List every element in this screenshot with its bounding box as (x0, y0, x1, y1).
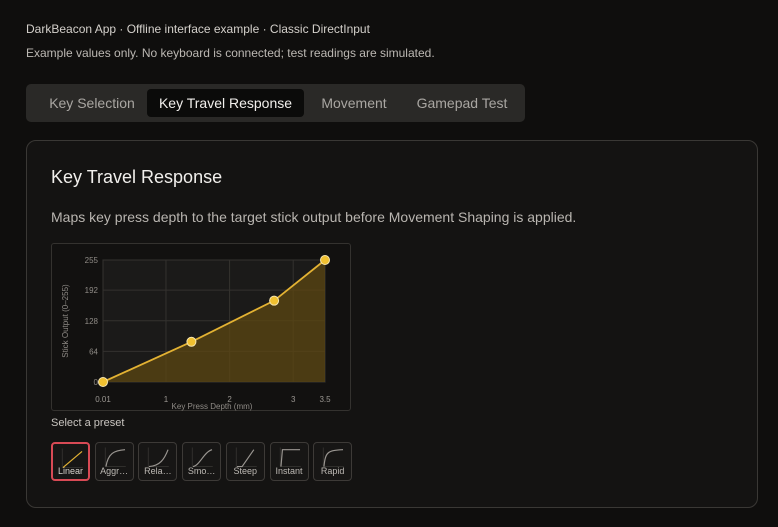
x-tick-label: 3 (291, 395, 296, 404)
curve-control-point[interactable] (320, 255, 330, 265)
y-tick-label: 0 (94, 378, 99, 387)
y-tick-label: 64 (89, 347, 98, 356)
preset-label: Linear (57, 466, 84, 476)
response-curve-svg: 0641281922550.01 1 2 3 3.5Key Press Depth (m… (61, 255, 331, 411)
y-tick-label: 192 (85, 286, 99, 295)
preset-option[interactable]: Rela… (138, 442, 178, 481)
preset-label: Aggr… (100, 466, 129, 476)
panel-title: Key Travel Response (51, 167, 223, 187)
curve-control-point[interactable] (269, 295, 280, 306)
x-tick-label: 0.01 (95, 395, 111, 404)
panel-description: Maps key press depth to the target stick… (51, 209, 577, 225)
header-disclaimer: Example values only. No keyboard is conn… (26, 46, 435, 60)
preset-list: Linear Aggr… Rela… Smo… Steep Instant Rapid (51, 442, 353, 482)
preset-section-label: Select a preset (51, 417, 125, 429)
curve-preview-icon (279, 447, 301, 467)
preset-label: Rela… (144, 466, 172, 476)
x-axis-label: Key Press Depth (mm) (172, 402, 253, 411)
preset-option[interactable]: Aggr… (94, 442, 134, 481)
tab-key-travel-response[interactable]: Key Travel Response (147, 89, 304, 117)
y-tick-label: 255 (85, 256, 99, 265)
y-tick-label: 128 (85, 317, 99, 326)
key-travel-panel: Key Travel Response Maps key press depth… (26, 140, 758, 508)
preset-option[interactable]: Steep (225, 442, 265, 481)
curve-control-point[interactable] (186, 336, 197, 347)
preset-option[interactable]: Instant (269, 442, 309, 481)
preset-label: Rapid (320, 466, 345, 476)
header-app-info: DarkBeacon App · Offline interface examp… (26, 22, 370, 36)
preset-option[interactable]: Smo… (182, 442, 222, 481)
tab-key-selection[interactable]: Key Selection (33, 89, 151, 117)
x-tick-label: 3.5 (319, 395, 331, 404)
response-curve-chart: 0 64 128 192 255 0.01 1 2 3 3.5 Key Press Depth (m… (51, 243, 351, 411)
curve-preview-icon (104, 447, 126, 467)
curve-preview-icon (191, 447, 213, 468)
x-tick-label: 1 (164, 395, 169, 404)
preset-label: Instant (275, 466, 303, 476)
preset-linear[interactable]: Linear (51, 442, 90, 481)
tab-movement[interactable]: Movement (312, 89, 396, 117)
preset-label: Steep (233, 466, 258, 476)
curve-control-point[interactable] (98, 377, 108, 387)
preset-option[interactable]: Rapid (313, 442, 353, 481)
curve-preview-icon (323, 447, 344, 467)
curve-preview-icon (235, 447, 257, 468)
preset-label: Smo… (187, 466, 216, 476)
tab-gamepad-test[interactable]: Gamepad Test (406, 89, 518, 117)
y-axis-label: Stick Output (0–255) (61, 284, 70, 358)
tab-bar: Key Selection Key Travel Response Moveme… (26, 84, 525, 122)
curve-preview-icon (148, 447, 170, 468)
